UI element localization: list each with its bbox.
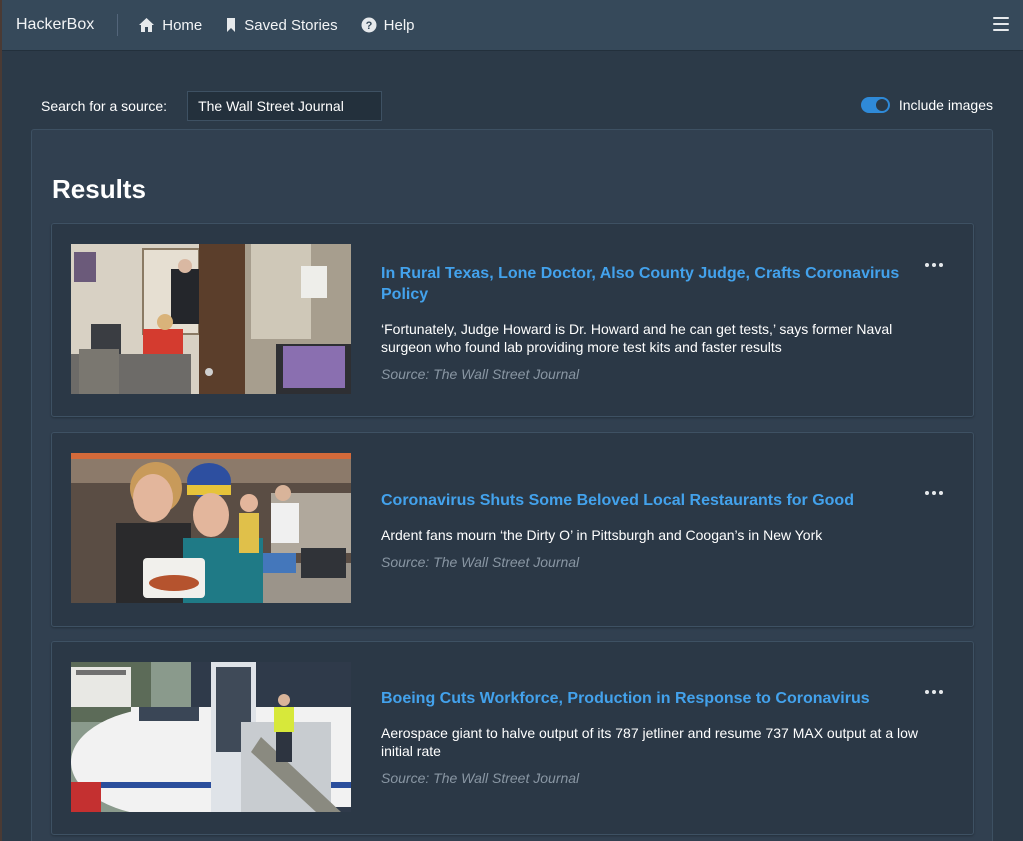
result-card: Coronavirus Shuts Some Beloved Local Res… [51,432,974,627]
bookmark-icon [227,18,236,32]
result-card: Boeing Cuts Workforce, Production in Res… [51,641,974,835]
more-options-icon[interactable] [925,263,943,269]
nav-saved-stories-label: Saved Stories [244,16,338,34]
nav-saved-stories[interactable]: Saved Stories [225,16,338,34]
search-input[interactable] [187,91,383,121]
result-title[interactable]: Coronavirus Shuts Some Beloved Local Res… [381,490,921,511]
result-thumbnail[interactable] [71,662,351,812]
nav-divider [117,14,119,36]
include-images-label: Include images [898,97,993,113]
help-icon: ? [361,17,377,33]
search-label: Search for a source: [41,98,168,114]
nav-home[interactable]: Home [138,17,202,34]
result-card: In Rural Texas, Lone Doctor, Also County… [51,223,974,417]
more-options-icon[interactable] [925,491,943,497]
result-description: Aerospace giant to halve output of its 7… [381,725,918,759]
results-panel: Results In Rural Texas, Lone Doctor, Als… [31,129,993,841]
result-source: Source: The Wall Street Journal [381,366,580,382]
result-source: Source: The Wall Street Journal [381,770,580,786]
result-body: In Rural Texas, Lone Doctor, Also County… [381,263,921,382]
more-options-icon[interactable] [925,690,943,696]
svg-text:?: ? [365,20,372,32]
result-source: Source: The Wall Street Journal [381,554,580,570]
result-thumbnail[interactable] [71,453,351,603]
search-bar: Search for a source: Include images [41,91,993,121]
nav-home-label: Home [162,16,203,34]
result-thumbnail[interactable] [71,244,351,394]
result-description: ‘Fortunately, Judge Howard is Dr. Howard… [381,321,893,355]
include-images-toggle[interactable]: Include images [860,97,993,113]
window-edge [0,0,2,841]
hamburger-icon[interactable] [993,17,1009,35]
nav-help[interactable]: ? Help [361,17,415,34]
brand-title[interactable]: HackerBox [16,16,94,34]
nav-help-label: Help [383,16,415,34]
result-title[interactable]: In Rural Texas, Lone Doctor, Also County… [381,263,921,305]
navbar: HackerBox Home Saved Stories ? Help [2,0,1023,51]
home-icon [139,18,155,32]
result-description: Ardent fans mourn ‘the Dirty O’ in Pitts… [381,527,823,543]
toggle-knob [875,99,888,111]
result-body: Coronavirus Shuts Some Beloved Local Res… [381,490,921,570]
result-title[interactable]: Boeing Cuts Workforce, Production in Res… [381,688,921,709]
result-body: Boeing Cuts Workforce, Production in Res… [381,688,921,786]
results-heading: Results [52,174,146,204]
toggle-switch[interactable] [860,97,890,113]
